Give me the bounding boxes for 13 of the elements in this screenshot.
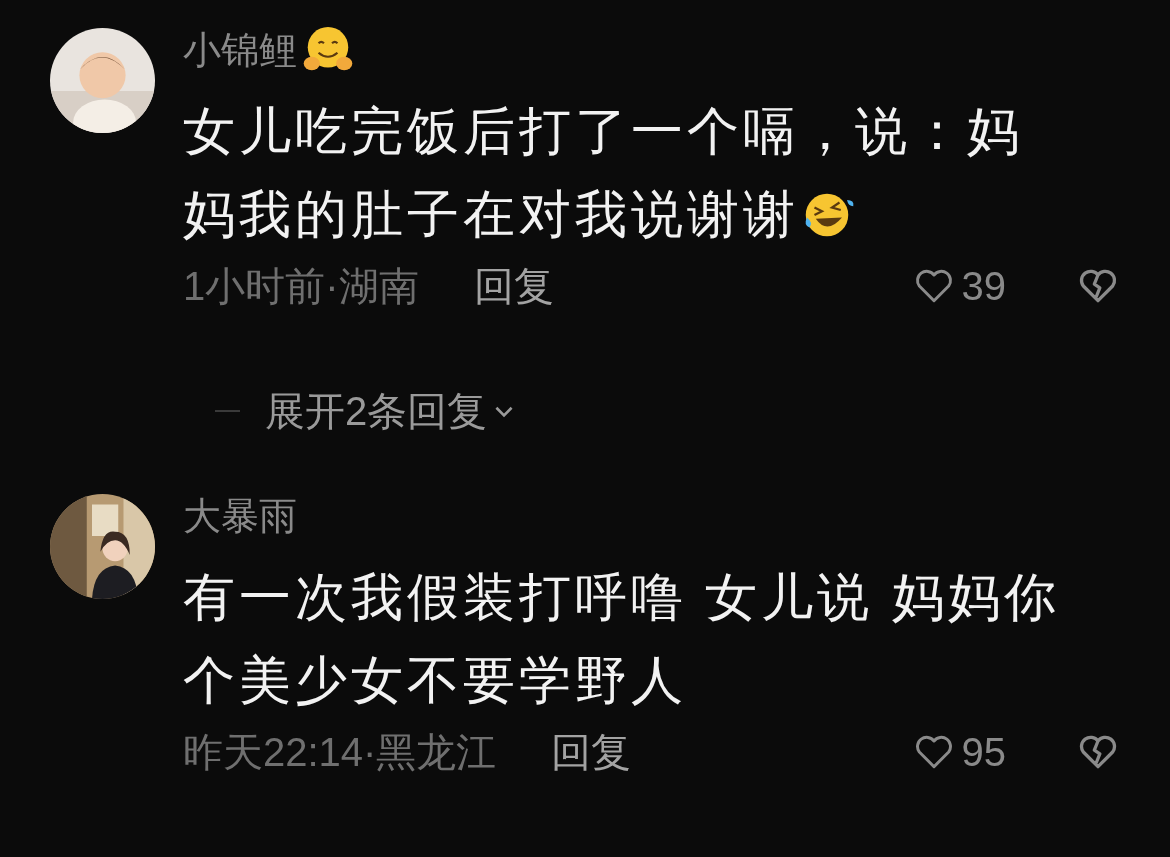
comment-text-line: 个美少女不要学野人	[183, 650, 687, 711]
time-location: 1小时前·湖南	[183, 263, 419, 310]
username[interactable]: 大暴雨	[183, 487, 297, 545]
like-count: 95	[961, 729, 1006, 776]
comment-text-line: 有一次我假装打呼噜 女儿说 妈妈你	[183, 567, 1060, 628]
expand-replies-button[interactable]: 展开2条回复	[265, 381, 518, 441]
reply-button[interactable]: 回复	[551, 722, 632, 782]
like-count: 39	[961, 263, 1006, 310]
comment-text-line: 女儿吃完饭后打了一个嗝，说：妈	[183, 101, 1023, 162]
time-location: 昨天22:14·黑龙江	[183, 729, 497, 776]
username[interactable]: 小锦鲤	[183, 21, 297, 79]
reply-button[interactable]: 回复	[473, 256, 554, 316]
comment-text-line: 妈我的肚子在对我说谢谢	[183, 184, 799, 245]
